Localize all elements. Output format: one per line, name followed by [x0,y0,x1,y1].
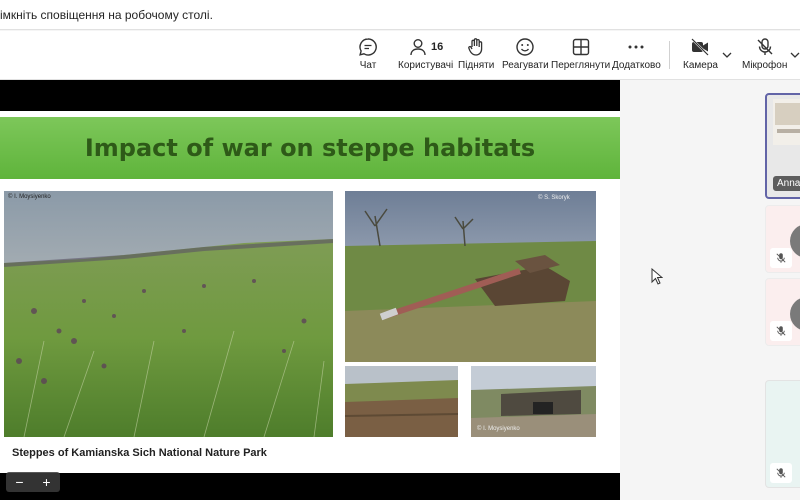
toolbar-divider [669,41,670,69]
steppe-photo: © I. Moysiyenko [4,191,333,437]
camera-off-icon [691,38,710,56]
raise-hand-label: Підняти [458,60,495,71]
people-icon [410,39,426,56]
mic-options-chevron-icon[interactable] [789,49,800,61]
trench-photo: © I. Moysiyenko [471,366,596,437]
view-label: Переглянути [551,60,611,71]
slide-title: Impact of war on steppe habitats [84,134,536,162]
camera-label: Камера [683,60,718,71]
mic-off-icon [776,253,786,263]
meeting-toolbar: Чат 16 Користувачі Підняти Реагувати Пер… [0,31,800,80]
mic-off-icon [757,38,773,55]
smiley-icon [516,38,535,56]
participant-tile[interactable] [765,205,800,273]
grid-view-icon [572,38,589,56]
people-label: Користувачі [398,60,454,71]
participant-tile[interactable] [765,278,800,346]
zoom-in-button[interactable]: + [42,474,50,490]
muted-indicator [770,321,792,341]
plowed-field-photo [345,366,458,437]
mic-off-icon [776,468,786,478]
muted-indicator [770,463,792,483]
people-button[interactable]: 16 Користувачі [398,37,453,75]
presentation-slide: Impact of war on steppe habitats © I. Mo… [0,111,620,473]
hand-icon [468,38,483,56]
more-icon [628,45,644,49]
participant-tile[interactable] [765,380,800,488]
participant-name: Anna [773,176,800,191]
more-label: Додатково [612,60,661,71]
muted-indicator [770,248,792,268]
tank-photo: © S. Skoryk [345,191,596,362]
shared-screen: Impact of war on steppe habitats © I. Mo… [0,80,620,500]
notification-text: імкніть сповіщення на робочому столі. [0,8,213,22]
notification-bar: імкніть сповіщення на робочому столі. [0,0,800,30]
slide-caption: Steppes of Kamianska Sich National Natur… [12,447,267,459]
photo-credit-bottom: © I. Moysiyenko [477,426,520,432]
slide-title-bar: Impact of war on steppe habitats [0,117,620,179]
view-button[interactable]: Переглянути [551,37,610,75]
chat-button[interactable]: Чат [358,37,378,75]
microphone-label: Мікрофон [742,60,788,71]
mouse-cursor-icon [651,268,663,285]
more-button[interactable]: Додатково [612,37,661,75]
photo-credit-left: © I. Moysiyenko [8,194,51,200]
react-label: Реагувати [502,60,549,71]
camera-button[interactable]: Камера [683,37,718,75]
chat-label: Чат [359,60,377,71]
photo-credit-right: © S. Skoryk [538,195,570,201]
raise-hand-button[interactable]: Підняти [458,37,494,75]
microphone-button[interactable]: Мікрофон [742,37,787,75]
mic-off-icon [776,326,786,336]
chat-icon [359,38,377,56]
zoom-out-button[interactable]: − [15,474,23,490]
zoom-controls: − + [6,472,60,492]
participant-tile-active[interactable]: Anna [765,93,800,199]
camera-options-chevron-icon[interactable] [721,49,733,61]
people-count: 16 [430,41,444,53]
react-button[interactable]: Реагувати [502,37,549,75]
